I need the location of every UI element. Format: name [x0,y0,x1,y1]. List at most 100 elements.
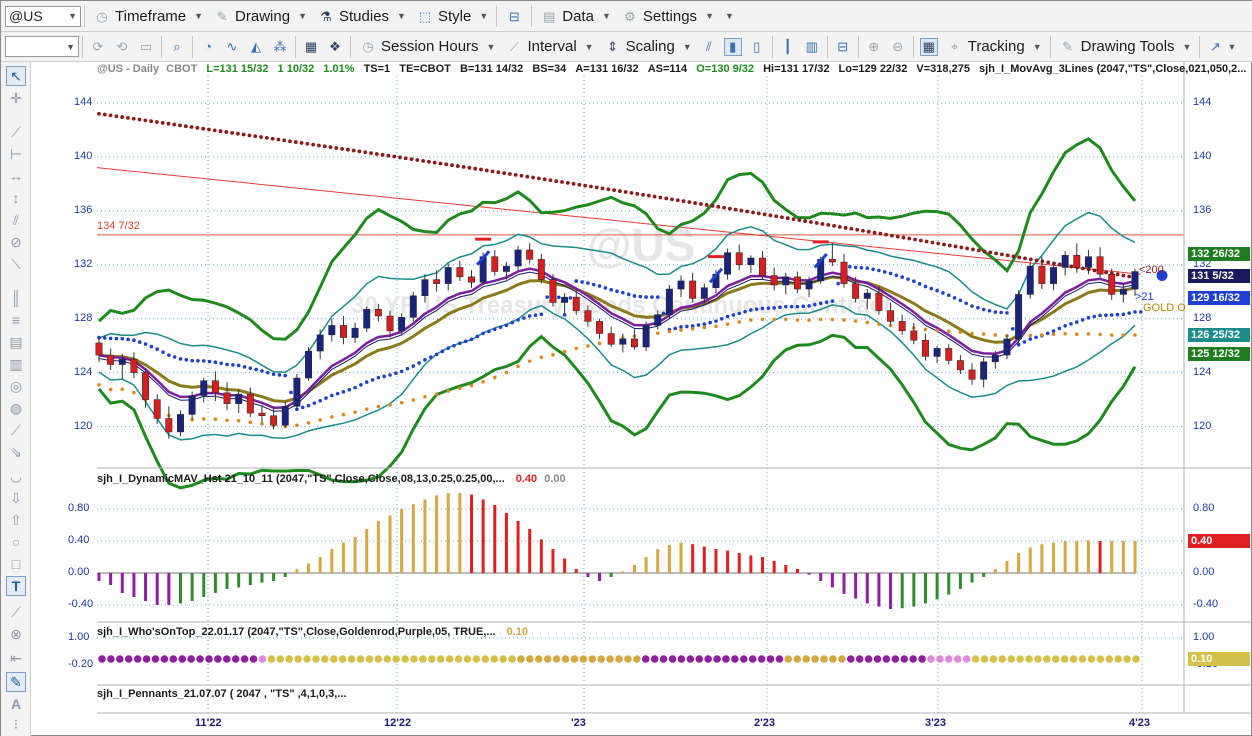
session-hours-menu[interactable]: ◷ Session Hours ▼ [354,35,500,59]
overflow-chevron-icon[interactable]: ▼ [725,11,734,21]
ma21-dot [981,307,986,312]
ma200-dot [276,137,281,142]
vertical-line-tool-icon[interactable]: ↕ [6,188,26,208]
whos-on-top-dot [276,655,285,663]
down-arrow-tool-icon[interactable]: ⇩ [6,488,26,508]
candlestick-style-icon[interactable]: ▮ [723,37,742,56]
drawing-menu[interactable]: ✎ Drawing ▼ [208,4,312,28]
scaling-label: Scaling [625,38,675,55]
ma21-dot [283,373,288,378]
ma200-dot [866,229,871,234]
ma21-dot [411,364,416,368]
data-menu[interactable]: ▤ Data ▼ [535,4,616,28]
data-window-icon[interactable]: ▦ [919,37,938,56]
text-tool-icon[interactable]: T [6,576,26,596]
ma200-dot [102,112,107,117]
channel-tool-icon[interactable]: ⫽ [6,210,26,230]
speed-lines-tool-icon[interactable]: ⟋ [6,420,26,440]
ruler-tool-icon[interactable]: ⟋ [6,122,26,142]
candle-body [398,317,406,332]
candle-body [351,327,359,338]
histogram-bar [598,573,602,581]
ma50-dot [492,375,497,380]
secondary-symbol-combobox[interactable]: ▼ [5,36,79,57]
ma50-dot [190,418,194,422]
ma200-dot [664,196,669,201]
trend-chart-icon[interactable]: ↗ [1206,38,1224,56]
drawing-object-icon[interactable]: ✎ [6,672,26,692]
chevron-down-icon: ▼ [584,41,594,52]
divider [912,35,914,58]
fib-extension-tool-icon[interactable]: ≡ [6,310,26,330]
studies-menu[interactable]: ⚗ Studies ▼ [312,4,411,28]
bar-chart-style-icon[interactable]: ⫽ [700,38,718,56]
fib-time-tool-icon[interactable]: ▥ [6,354,26,374]
timeframe-menu[interactable]: ◷ Timeframe ▼ [88,4,208,28]
panel-layout-icon[interactable]: ⊟ [834,38,852,56]
ma50-dot [178,417,183,421]
ma200-dot [699,202,703,206]
drawing-tools-menu[interactable]: ✎ Drawing Tools ▼ [1054,35,1197,59]
gann-fan-tool-icon[interactable]: ◍ [6,398,26,418]
crosshair-tool-icon[interactable]: ✛ [6,88,26,108]
snap-left-icon[interactable]: ⇤ [6,648,26,668]
ma21-dot [551,277,555,282]
timer-icon[interactable]: ◔ [199,38,217,56]
rectangle-tool-icon[interactable]: □ [6,554,26,574]
settings-menu[interactable]: ⚙ Settings ▼ [616,4,719,28]
area-chart-icon[interactable]: ◭ [247,38,265,56]
volume-bars-icon[interactable]: ┃ [779,38,797,56]
candle-body [444,267,452,284]
grid-layer [97,76,1184,713]
eraser-tool-icon[interactable]: ⟋ [6,602,26,622]
layout-button[interactable]: ⊟ [500,4,528,28]
fonts-tool-icon[interactable]: ⁝ [6,714,26,734]
cycle-lines-tool-icon[interactable]: ⇘ [6,442,26,462]
grid-settings-icon[interactable]: ▦ [302,38,320,56]
horizontal-ray-tool-icon[interactable]: ↔ [6,166,26,186]
ma50-dot [632,334,637,338]
up-arrow-tool-icon[interactable]: ⇧ [6,510,26,530]
link-icon[interactable]: ⟲ [113,38,131,56]
remove-drawings-icon[interactable]: ⊗ [6,624,26,644]
zoom-out-icon[interactable]: ⊖ [889,38,907,56]
andrews-pitchfork-tool-icon[interactable]: ◎ [6,376,26,396]
point-figure-icon[interactable]: ▥ [803,38,821,56]
ma21-dot [882,270,887,274]
histogram-bar [749,555,753,573]
chevron-down-icon[interactable]: ▼ [66,42,75,52]
tracking-menu[interactable]: ⌖ Tracking ▼ [941,35,1047,59]
arc-tool-icon[interactable]: ◡ [6,466,26,486]
horizontal-line-tool-icon[interactable]: ⊢ [6,144,26,164]
interval-menu[interactable]: ⟋ Interval ▼ [500,35,598,59]
whos-on-top-dot [1078,655,1087,663]
fib-retracement-tool-icon[interactable]: ║ [6,288,26,308]
ma21-dot [1028,337,1033,341]
chart-wave-icon[interactable]: ∿ [223,38,241,56]
object-settings-icon[interactable]: ❖ [326,38,344,56]
histogram-bar [656,549,660,573]
style-menu[interactable]: ⬚ Style ▼ [411,4,493,28]
ma200-dot [253,134,258,139]
zoom-in-icon[interactable]: ⊕ [865,38,883,56]
scaling-menu[interactable]: ⇕ Scaling ▼ [599,35,697,59]
ma50-dot [667,329,672,334]
text-annotation-icon[interactable]: A [6,694,26,714]
session-hours-label: Session Hours [381,38,479,55]
hollow-candle-style-icon[interactable]: ▯ [748,38,766,56]
whos-on-top-dot [374,655,383,663]
pattern-icon[interactable]: ⁂ [271,38,289,56]
pointer-tool-icon[interactable]: ↖ [6,66,26,86]
symbol-combobox[interactable]: @US ▼ [5,5,81,27]
fib-fan-tool-icon[interactable]: ▤ [6,332,26,352]
chevron-down-icon[interactable]: ▼ [68,11,77,21]
blank-page-icon[interactable]: ▭ [137,38,155,56]
regression-channel-tool-icon[interactable]: ⊘ [6,232,26,252]
ma21-dot [178,357,183,361]
ellipse-tool-icon[interactable]: ○ [6,532,26,552]
magnifier-chart-icon[interactable]: ⌕ [168,38,186,56]
chevron-down-icon[interactable]: ▼ [1227,42,1236,52]
ma21-dot [725,314,730,319]
trendline-tool-icon[interactable]: ⟍ [6,254,26,274]
refresh-icon[interactable]: ⟳ [89,38,107,56]
